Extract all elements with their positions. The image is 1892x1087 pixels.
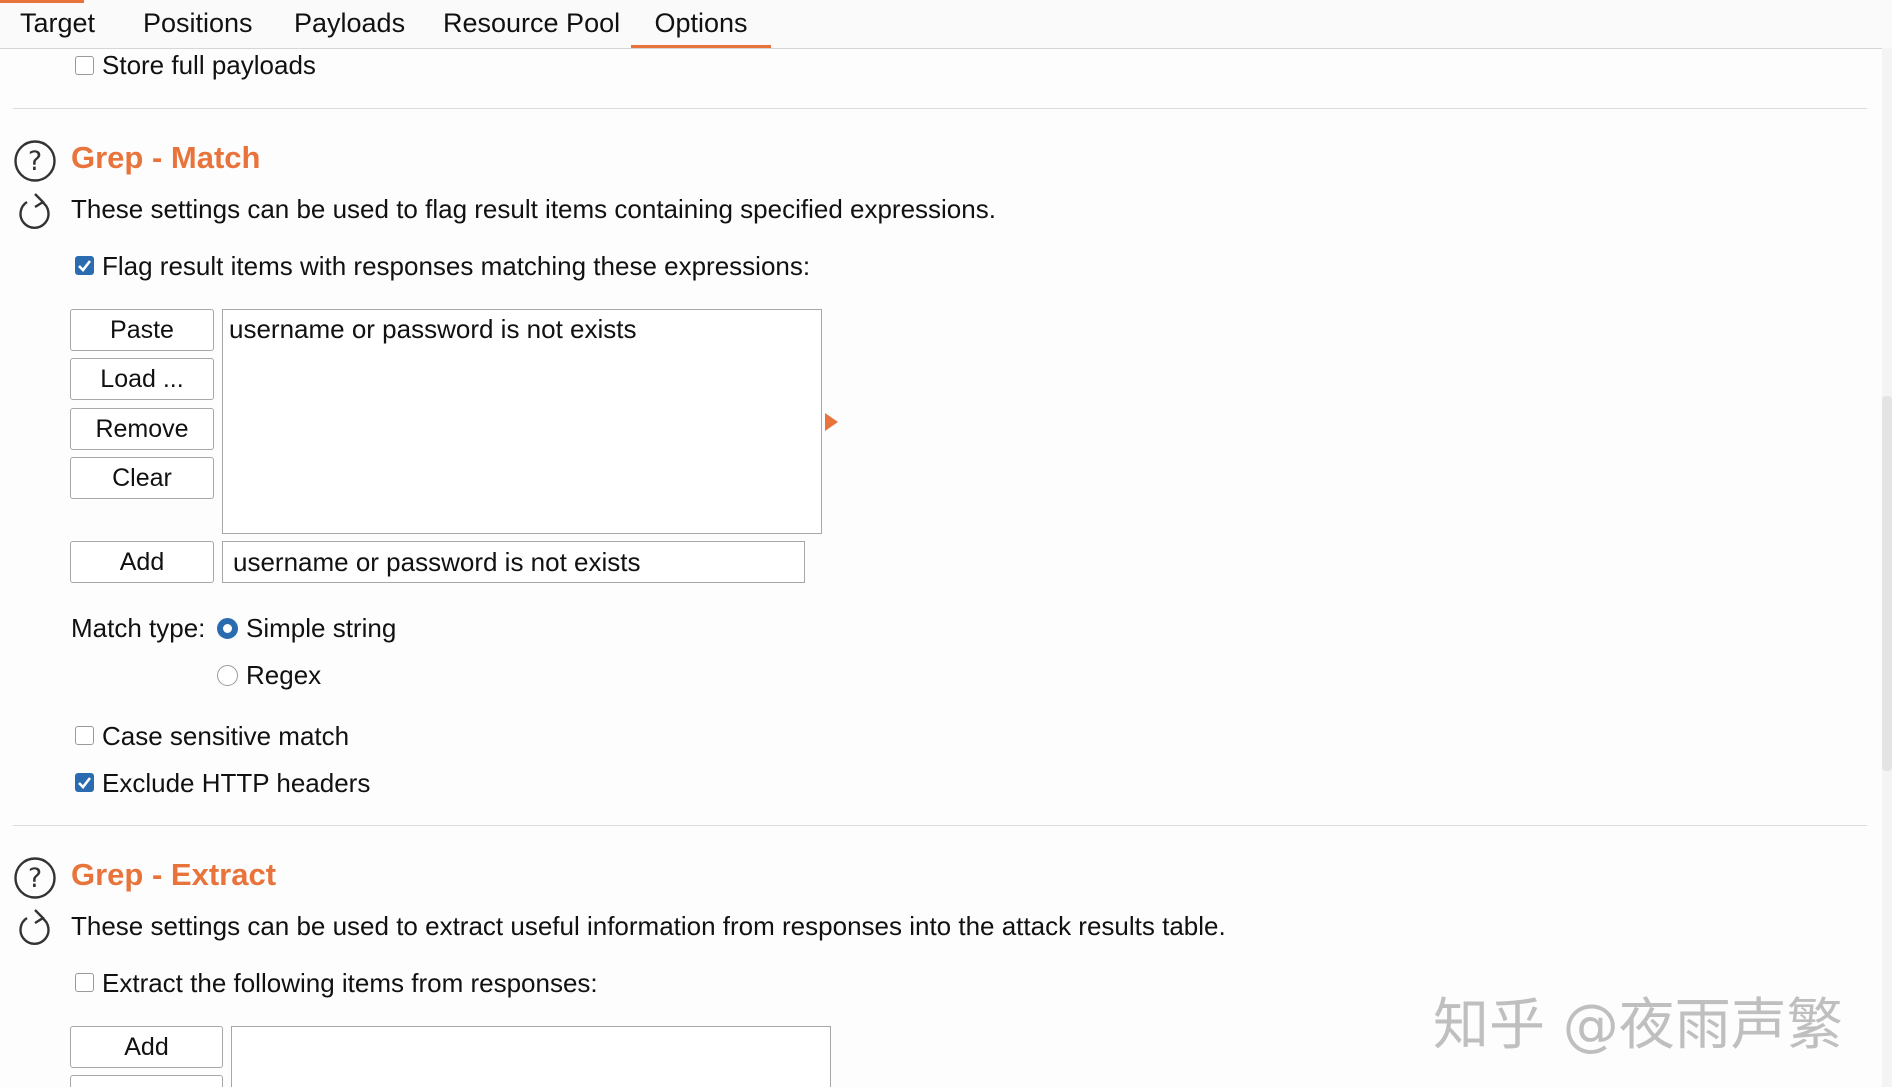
tab-resource-pool[interactable]: Resource Pool [443,0,620,48]
help-icon[interactable]: ? [13,139,57,183]
regex-radio[interactable] [217,665,238,686]
tab-target[interactable]: Target [20,0,95,48]
simple-string-label: Simple string [246,613,397,643]
flag-result-items-label: Flag result items with responses matchin… [102,251,811,281]
watermark: 知乎 @夜雨声繁 [1433,993,1843,1058]
extract-add-button[interactable]: Add [70,1026,223,1068]
tab-payloads[interactable]: Payloads [294,0,405,48]
remove-button[interactable]: Remove [70,408,214,450]
section-divider [13,825,1867,826]
add-button[interactable]: Add [70,541,214,583]
exclude-headers-label: Exclude HTTP headers [102,768,371,798]
tab-positions[interactable]: Positions [143,0,253,48]
refresh-icon[interactable] [16,192,54,232]
clear-button[interactable]: Clear [70,457,214,499]
load-button[interactable]: Load ... [70,358,214,400]
simple-string-radio[interactable] [217,618,238,639]
grep-extract-description: These settings can be used to extract us… [71,911,1226,941]
extract-edit-button[interactable] [70,1075,223,1087]
tab-options[interactable]: Options [631,0,771,48]
refresh-icon[interactable] [16,908,54,948]
match-type-label: Match type: [71,613,206,643]
paste-button[interactable]: Paste [70,309,214,351]
svg-text:?: ? [28,146,42,177]
grep-match-title: Grep - Match [71,140,261,175]
tab-bar: Target Positions Payloads Resource Pool … [0,0,1892,49]
svg-text:?: ? [28,863,42,894]
intruder-options-page: Target Positions Payloads Resource Pool … [0,0,1892,1087]
scrollbar-thumb[interactable] [1882,396,1892,771]
section-divider [13,108,1867,109]
grep-extract-title: Grep - Extract [71,857,277,892]
regex-label: Regex [246,660,322,690]
add-expression-input[interactable] [222,541,805,583]
exclude-headers-checkbox[interactable] [75,773,94,792]
flag-result-items-checkbox[interactable] [75,256,94,275]
extract-items-list[interactable] [231,1026,831,1087]
store-full-payloads-checkbox[interactable] [75,56,94,75]
help-icon[interactable]: ? [13,856,57,900]
expand-arrow-icon[interactable] [825,413,839,431]
store-full-payloads-label: Store full payloads [102,50,316,80]
checkmark-icon [78,777,92,789]
extract-items-label: Extract the following items from respons… [102,968,598,998]
extract-items-checkbox[interactable] [75,973,94,992]
list-item[interactable]: username or password is not exists [229,314,637,345]
case-sensitive-checkbox[interactable] [75,726,94,745]
checkmark-icon [78,260,92,272]
grep-match-description: These settings can be used to flag resul… [71,194,996,224]
tab-accent-line [0,0,84,3]
match-expressions-list[interactable]: username or password is not exists [222,309,822,534]
case-sensitive-label: Case sensitive match [102,721,350,751]
